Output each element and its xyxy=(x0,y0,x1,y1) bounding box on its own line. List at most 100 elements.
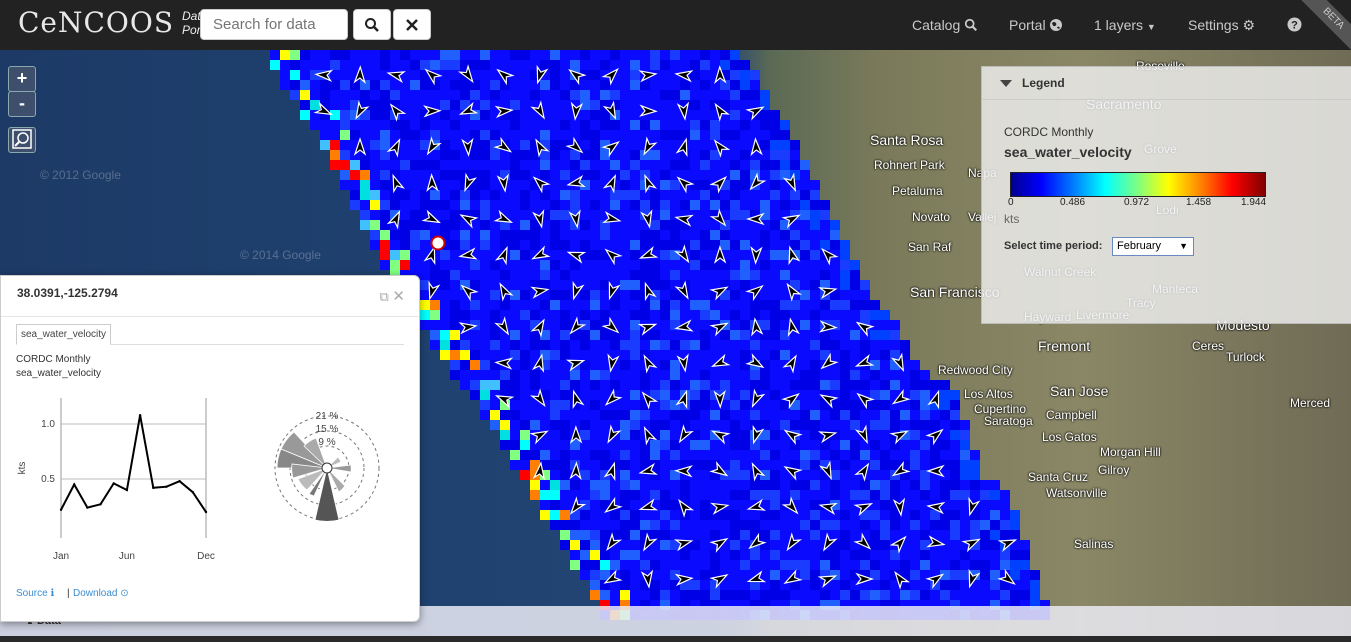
clear-button[interactable] xyxy=(393,9,431,40)
legend-panel: Legend CORDC Monthly sea_water_velocity … xyxy=(981,66,1351,324)
download-link-label: Download xyxy=(73,588,118,599)
layers-dropdown[interactable]: 1 layers ▼ xyxy=(1094,17,1156,33)
zoom-out-button[interactable]: - xyxy=(8,91,36,117)
legend-tick: 1.944 xyxy=(1241,197,1267,208)
city-label: Morgan Hill xyxy=(1100,445,1161,459)
chart-data-point xyxy=(165,485,168,488)
monthly-velocity-chart: 1.0 0.5 Jan Jun Dec kts xyxy=(17,398,215,562)
tab-sea-water-velocity[interactable]: sea_water_velocity xyxy=(16,324,112,345)
catalog-label: Catalog xyxy=(912,17,961,33)
legend-units: kts xyxy=(1004,212,1020,226)
footer-bar xyxy=(0,636,1351,642)
location-marker[interactable] xyxy=(430,235,446,251)
city-label: Saratoga xyxy=(984,414,1033,428)
portal-label: Portal xyxy=(1009,17,1046,33)
legend-color-bar xyxy=(1010,172,1266,197)
svg-text:?: ? xyxy=(1291,20,1298,32)
chart-x-tick-label: Dec xyxy=(197,551,215,562)
city-label: Campbell xyxy=(1046,408,1097,422)
popup-controls: ⧉ ✕ xyxy=(380,287,406,305)
popup-header: 38.0391,-125.2794 ⧉ ✕ xyxy=(1,276,419,317)
chart-data-point xyxy=(99,503,102,506)
chart-data-point xyxy=(125,488,129,492)
brand-logo[interactable]: CeNCOOS Data Portal xyxy=(18,6,213,39)
city-label: Gilroy xyxy=(1098,463,1130,477)
beta-ribbon: BETA xyxy=(1298,0,1351,54)
source-link[interactable]: Source ℹ xyxy=(16,588,54,599)
map-watermark: © 2012 Google xyxy=(40,168,121,182)
time-period-label: Select time period: xyxy=(1004,240,1103,252)
city-label: Fremont xyxy=(1038,338,1091,354)
download-link[interactable]: Download ⊙ xyxy=(73,588,129,599)
rose-petals xyxy=(276,431,352,522)
chart-data-point xyxy=(112,482,115,485)
popup-coordinates: 38.0391,-125.2794 xyxy=(17,286,118,300)
catalog-menu[interactable]: Catalog xyxy=(912,17,978,33)
popup-source: CORDC Monthly xyxy=(16,354,91,365)
download-icon: ⊙ xyxy=(120,588,129,599)
chart-data-point xyxy=(191,491,195,494)
legend-tick: 0.486 xyxy=(1060,197,1086,208)
city-label: Salinas xyxy=(1074,537,1114,551)
rose-ring-label: 9 % xyxy=(318,437,335,448)
city-label: Los Altos xyxy=(964,387,1013,401)
chart-data-point xyxy=(72,483,76,486)
city-label: Rohnert Park xyxy=(874,158,945,172)
chart-data-point xyxy=(152,486,155,489)
legend-variable: sea_water_velocity xyxy=(1004,144,1132,160)
rose-center xyxy=(321,462,333,474)
city-label: Turlock xyxy=(1226,350,1265,364)
legend-title: Legend xyxy=(1022,76,1065,90)
city-label: Redwood City xyxy=(938,363,1013,377)
legend-tick: 1.458 xyxy=(1186,197,1212,208)
close-icon[interactable]: ✕ xyxy=(392,288,405,305)
feature-info-popup: 38.0391,-125.2794 ⧉ ✕ sea_water_velocity… xyxy=(0,275,420,622)
caret-down-icon: ▼ xyxy=(1179,241,1188,251)
legend-tick: 0 xyxy=(1008,197,1014,208)
city-label: Merced xyxy=(1290,396,1331,410)
chart-y-axis-label: kts xyxy=(17,462,28,475)
chart-y-tick-label: 0.5 xyxy=(41,474,55,485)
collapse-triangle-icon xyxy=(1000,79,1012,87)
city-label: Los Gatos xyxy=(1042,430,1097,444)
search-icon xyxy=(965,18,978,32)
city-label: Petaluma xyxy=(892,184,943,198)
gear-icon: ⚙ xyxy=(1242,17,1256,33)
rose-ring-label: 15 % xyxy=(316,424,339,435)
chart-data-point xyxy=(178,480,181,483)
chart-series-line xyxy=(60,415,207,513)
chart-x-tick-label: Jan xyxy=(53,551,69,562)
search-button[interactable] xyxy=(353,9,391,40)
chart-data-point xyxy=(59,508,63,511)
legend-header[interactable]: Legend xyxy=(982,67,1351,100)
chart-data-point xyxy=(138,414,142,417)
time-period-value: February xyxy=(1117,240,1162,252)
question-icon: ? xyxy=(1287,17,1302,32)
link-separator: | xyxy=(67,588,70,599)
zoom-box-button[interactable] xyxy=(8,127,36,153)
chart-y-tick-label: 1.0 xyxy=(41,419,55,430)
zoom-in-button[interactable]: + xyxy=(8,66,36,92)
info-icon: ℹ xyxy=(50,588,55,599)
time-period-select[interactable]: February ▼ xyxy=(1112,237,1194,256)
map-watermark: © 2014 Google xyxy=(240,248,321,262)
zoom-box-icon xyxy=(12,129,32,149)
search-input[interactable] xyxy=(200,9,348,40)
caret-down-icon: ▼ xyxy=(1146,22,1156,32)
external-link-icon[interactable]: ⧉ xyxy=(380,289,389,304)
globe-icon xyxy=(1050,19,1063,31)
chart-data-point xyxy=(204,510,208,514)
city-label: Ceres xyxy=(1192,339,1225,353)
search-icon xyxy=(365,17,379,32)
close-icon xyxy=(406,18,418,31)
legend-tick: 0.972 xyxy=(1124,197,1150,208)
city-label: Novato xyxy=(912,210,951,224)
chart-data-point xyxy=(86,506,89,509)
source-link-label: Source xyxy=(16,588,48,599)
current-rose-chart: 21 % 15 % 9 % xyxy=(274,411,380,522)
settings-menu[interactable]: Settings ⚙ xyxy=(1188,17,1255,34)
help-button[interactable]: ? xyxy=(1287,17,1302,35)
portal-menu[interactable]: Portal xyxy=(1009,17,1063,33)
brand-name: CeNCOOS xyxy=(18,6,175,39)
top-navbar: CeNCOOS Data Portal Catalog Portal 1 xyxy=(0,0,1351,54)
